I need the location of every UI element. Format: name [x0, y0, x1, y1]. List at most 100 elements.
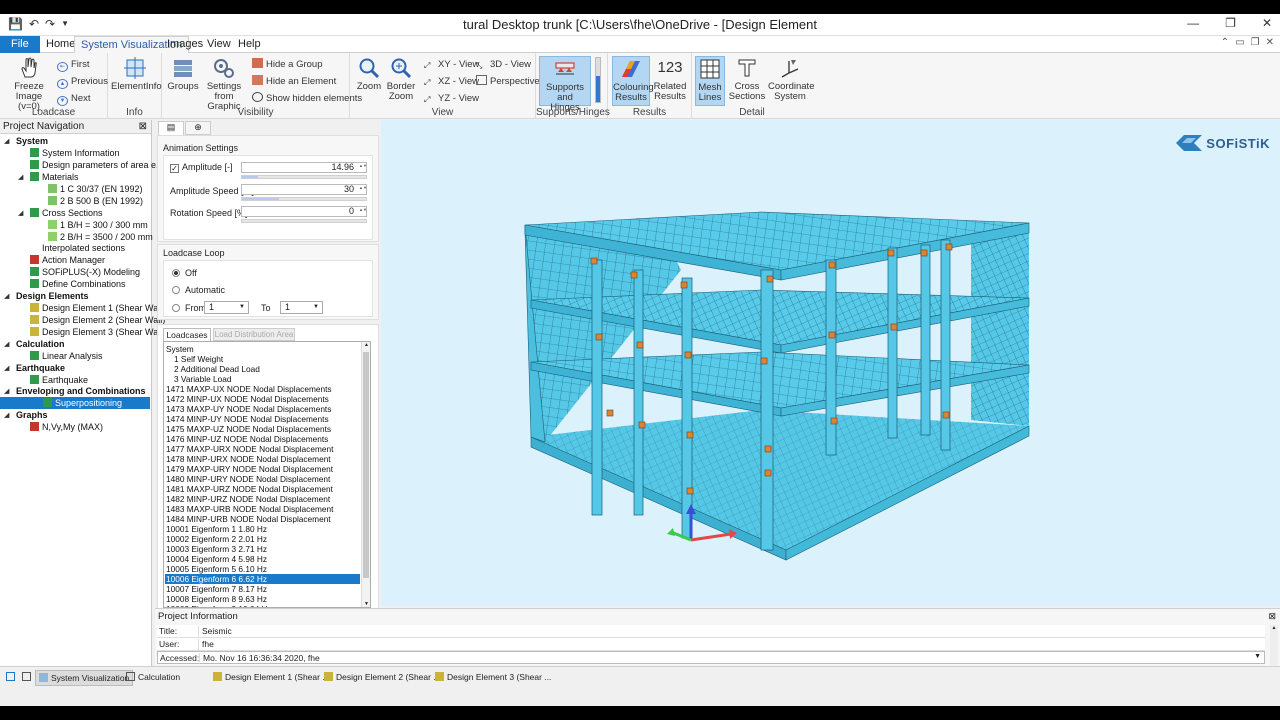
- maximize-icon[interactable]: ❐: [1225, 16, 1236, 30]
- graphics-viewport[interactable]: SOFiSTiK: [381, 120, 1280, 606]
- loadcase-item[interactable]: System: [166, 344, 360, 354]
- loadcase-item[interactable]: 1483 MAXP-URB NODE Nodal Displacement: [166, 504, 360, 514]
- loadcase-item[interactable]: 10004 Eigenform 4 5.98 Hz: [166, 554, 360, 564]
- tree-node-earthquake-group[interactable]: Earthquake: [16, 362, 65, 374]
- border-zoom-button[interactable]: Border Zoom: [386, 56, 416, 102]
- loop-from-option[interactable]: From: [172, 303, 206, 313]
- element-info-button[interactable]: ElementInfo: [111, 56, 162, 92]
- xz-view-button[interactable]: ⤢ XZ - View: [424, 75, 479, 88]
- loop-off-option[interactable]: Off: [172, 268, 197, 278]
- amplitude-speed-input[interactable]: 30: [241, 184, 367, 195]
- rotation-speed-input[interactable]: 0: [241, 206, 367, 217]
- project-info-scrollbar[interactable]: ▲: [1270, 625, 1278, 665]
- tab-design-element-2[interactable]: Design Element 2 (Shear ...: [321, 670, 443, 686]
- rotation-speed-slider[interactable]: [241, 219, 367, 223]
- scroll-down-icon[interactable]: ▼: [362, 601, 370, 607]
- collapse-ribbon-icon[interactable]: ⌃: [1221, 37, 1229, 48]
- expand-collapse-icon[interactable]: ◢: [4, 364, 9, 372]
- expand-collapse-icon[interactable]: ◢: [4, 340, 9, 348]
- tree-node-section-1[interactable]: 1 B/H = 300 / 300 mm: [48, 219, 148, 231]
- supports-hinges-button[interactable]: Supports and Hinges: [539, 56, 591, 113]
- amplitude-slider[interactable]: [241, 175, 367, 179]
- close-doc-icon[interactable]: ✕: [1266, 37, 1274, 48]
- loadcase-item[interactable]: 1474 MINP-UY NODE Nodal Displacements: [166, 414, 360, 424]
- tree-node-enveloping-combinations[interactable]: Enveloping and Combinations: [16, 385, 146, 397]
- previous-button[interactable]: ▲ Previous: [57, 75, 108, 89]
- tree-node-superpositioning[interactable]: Superpositioning: [0, 397, 150, 409]
- cross-sections-button[interactable]: Cross Sections: [728, 56, 766, 102]
- settings-from-graphic-button[interactable]: Settings from Graphic: [199, 56, 249, 112]
- loadcase-item[interactable]: 10002 Eigenform 2 2.01 Hz: [166, 534, 360, 544]
- tab-design-element-1[interactable]: Design Element 1 (Shear ...: [210, 670, 332, 686]
- loadcase-item[interactable]: 2 Additional Dead Load: [166, 364, 360, 374]
- hide-group-button[interactable]: Hide a Group: [252, 58, 323, 71]
- tab-loadcases[interactable]: Loadcases: [163, 328, 211, 341]
- expand-collapse-icon[interactable]: ◢: [18, 209, 23, 217]
- tree-node-cross-sections[interactable]: Cross Sections: [30, 207, 103, 219]
- menu-file[interactable]: File: [0, 36, 40, 53]
- tree-node-graph-nvymy[interactable]: N,Vy,My (MAX): [30, 421, 103, 433]
- tree-node-linear-analysis[interactable]: Linear Analysis: [30, 350, 103, 362]
- zoom-button[interactable]: Zoom: [354, 56, 384, 92]
- next-button[interactable]: ▼ Next: [57, 92, 91, 106]
- tree-node-design-parameters[interactable]: Design parameters of area e...: [30, 159, 164, 171]
- loadcase-item[interactable]: 10003 Eigenform 3 2.71 Hz: [166, 544, 360, 554]
- off-radio[interactable]: [172, 269, 180, 277]
- tree-node-design-element-2[interactable]: Design Element 2 (Shear Wall): [30, 314, 165, 326]
- tab-settings[interactable]: ▤: [158, 121, 184, 135]
- groups-button[interactable]: Groups: [167, 56, 199, 92]
- loadcase-item[interactable]: 1475 MAXP-UZ NODE Nodal Displacements: [166, 424, 360, 434]
- loadcase-item[interactable]: 1476 MINP-UZ NODE Nodal Displacements: [166, 434, 360, 444]
- loadcase-list[interactable]: System 1 Self Weight 2 Additional Dead Loa…: [163, 341, 371, 608]
- close-project-info-icon[interactable]: ⊠: [1268, 611, 1276, 622]
- tree-node-system-information[interactable]: System Information: [30, 147, 120, 159]
- loadcase-item[interactable]: 3 Variable Load: [166, 374, 360, 384]
- perspective-button[interactable]: Perspective: [476, 75, 540, 88]
- supports-slider[interactable]: [595, 57, 601, 103]
- loadcase-item[interactable]: 1481 MAXP-URZ NODE Nodal Displacement: [166, 484, 360, 494]
- colouring-results-button[interactable]: Colouring Results: [612, 56, 654, 106]
- expand-collapse-icon[interactable]: ◢: [4, 387, 9, 395]
- loadcase-item[interactable]: 1471 MAXP-UX NODE Nodal Displacements: [166, 384, 360, 394]
- project-info-value[interactable]: Mo. Nov 16 16:36:34 2020, fhe: [203, 653, 320, 663]
- first-button[interactable]: ⇤ First: [57, 58, 89, 72]
- loop-automatic-option[interactable]: Automatic: [172, 285, 225, 295]
- tree-node-design-element-3[interactable]: Design Element 3 (Shear Wall): [30, 326, 165, 338]
- from-select[interactable]: 1: [204, 301, 249, 314]
- tab-calculation[interactable]: Calculation: [123, 670, 183, 686]
- tree-node-calculation[interactable]: Calculation: [16, 338, 65, 350]
- loadcase-item[interactable]: 1484 MINP-URB NODE Nodal Displacement: [166, 514, 360, 524]
- tab-design-element-3[interactable]: Design Element 3 (Shear ...: [432, 670, 554, 686]
- expand-collapse-icon[interactable]: ◢: [4, 411, 9, 419]
- accessed-dropdown-icon[interactable]: ▼: [1254, 653, 1261, 660]
- loadcase-item[interactable]: 1472 MINP-UX NODE Nodal Displacements: [166, 394, 360, 404]
- related-results-button[interactable]: 123 Related Results: [652, 56, 688, 102]
- amplitude-speed-slider[interactable]: [241, 197, 367, 201]
- tab-load-distribution-area[interactable]: Load Distribution Area: [213, 328, 295, 341]
- tree-node-materials[interactable]: Materials: [30, 171, 79, 183]
- tab-system-visualization[interactable]: System Visualization: [35, 670, 134, 686]
- loadcase-item[interactable]: 1473 MAXP-UY NODE Nodal Displacements: [166, 404, 360, 414]
- tree-node-action-manager[interactable]: Action Manager: [30, 254, 105, 266]
- show-hidden-button[interactable]: Show hidden elements: [252, 92, 362, 105]
- coordinate-system-button[interactable]: Coordinate System: [768, 56, 814, 102]
- 3d-view-button[interactable]: ⤡ 3D - View: [476, 58, 531, 71]
- expand-collapse-icon[interactable]: ◢: [18, 173, 23, 181]
- amplitude-checkbox[interactable]: ✓: [170, 164, 179, 173]
- tree-node-sofiplus-modeling[interactable]: SOFiPLUS(-X) Modeling: [30, 266, 140, 278]
- close-icon[interactable]: ✕: [1262, 16, 1272, 30]
- loadcase-item[interactable]: 1 Self Weight: [166, 354, 360, 364]
- project-info-value[interactable]: fhe: [202, 639, 214, 649]
- loadcase-item[interactable]: 1480 MINP-URY NODE Nodal Displacement: [166, 474, 360, 484]
- freeze-image-button[interactable]: Freeze Image (v=0): [4, 56, 54, 112]
- restore-icon[interactable]: ▭: [1235, 37, 1244, 48]
- tree-node-material-1[interactable]: 1 C 30/37 (EN 1992): [48, 183, 143, 195]
- loadcase-item[interactable]: 1478 MINP-URX NODE Nodal Displacement: [166, 454, 360, 464]
- loadcase-item[interactable]: 10005 Eigenform 5 6.10 Hz: [166, 564, 360, 574]
- tree-node-interpolated-sections[interactable]: Interpolated sections: [42, 242, 125, 254]
- tab-target[interactable]: ⊕: [185, 121, 211, 135]
- tree-node-design-elements[interactable]: Design Elements: [16, 290, 89, 302]
- restore-down-icon[interactable]: ❐: [1251, 37, 1260, 48]
- hide-element-button[interactable]: Hide an Element: [252, 75, 336, 88]
- menu-help[interactable]: Help: [232, 36, 267, 53]
